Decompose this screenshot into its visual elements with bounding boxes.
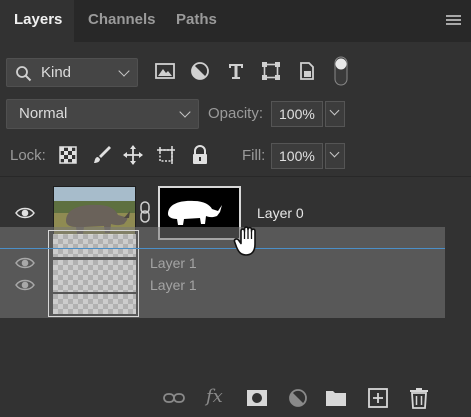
layers-panel: Layers Channels Paths Kind Normal Opacit…	[0, 0, 471, 417]
lock-label: Lock:	[10, 147, 46, 164]
chevron-down-icon	[118, 65, 130, 77]
adjustment-layer-icon[interactable]	[286, 386, 310, 410]
layers-bottom-toolbar	[0, 380, 471, 417]
blend-mode-value: Normal	[19, 105, 68, 122]
ghost-visibility-eye-icon	[15, 279, 35, 291]
visibility-eye-icon[interactable]	[15, 206, 35, 220]
new-group-icon[interactable]	[324, 386, 348, 410]
ghost-thumbnail-frame	[48, 230, 139, 317]
new-layer-icon[interactable]	[366, 386, 390, 410]
delete-icon[interactable]	[407, 386, 431, 410]
lock-image-pixels-icon[interactable]	[91, 144, 113, 166]
scrollbar-track[interactable]	[445, 177, 471, 380]
panel-menu-icon[interactable]	[446, 15, 461, 27]
lock-position-icon[interactable]	[122, 144, 144, 166]
opacity-input[interactable]: 100%	[271, 101, 323, 127]
tab-paths[interactable]: Paths	[162, 0, 231, 42]
tab-layers[interactable]: Layers	[0, 0, 74, 42]
filter-kind-select[interactable]: Kind	[6, 58, 138, 87]
type-filter-icon[interactable]	[225, 60, 247, 82]
panel-tab-bar: Layers Channels Paths	[0, 0, 471, 42]
adjustment-filter-icon[interactable]	[189, 60, 211, 82]
prevent-autonest-icon[interactable]	[155, 144, 177, 166]
chevron-down-icon	[179, 106, 191, 118]
shape-filter-icon[interactable]	[260, 60, 282, 82]
image-filter-icon[interactable]	[154, 60, 176, 82]
add-mask-icon[interactable]	[245, 386, 269, 410]
filter-toggle-switch[interactable]	[334, 56, 348, 86]
ghost-layer-name: Layer 1	[150, 277, 197, 293]
filter-kind-label: Kind	[41, 64, 72, 81]
layer-name[interactable]: Layer 0	[257, 205, 304, 221]
layers-list: Layer 0 Layer 1 Layer 1	[0, 177, 471, 380]
smart-object-filter-icon[interactable]	[296, 60, 318, 82]
chevron-down-icon	[329, 105, 340, 116]
opacity-label: Opacity:	[208, 105, 264, 122]
lock-all-icon[interactable]	[189, 144, 211, 166]
fill-dropdown-button[interactable]	[325, 143, 345, 169]
link-icon[interactable]	[139, 200, 151, 224]
ghost-visibility-eye-icon	[15, 257, 35, 269]
grab-cursor-icon	[233, 226, 256, 256]
chevron-down-icon	[329, 147, 340, 158]
ghost-layer-name: Layer 1	[150, 255, 197, 271]
lock-transparent-pixels-icon[interactable]	[57, 144, 79, 166]
fill-label: Fill:	[242, 147, 266, 164]
opacity-dropdown-button[interactable]	[325, 101, 345, 127]
tab-channels[interactable]: Channels	[74, 0, 170, 42]
blend-mode-select[interactable]: Normal	[6, 99, 199, 129]
fill-input[interactable]: 100%	[271, 143, 323, 169]
link-layers-icon[interactable]	[162, 386, 186, 410]
search-icon	[16, 66, 32, 82]
fx-icon[interactable]: fx	[206, 386, 230, 410]
